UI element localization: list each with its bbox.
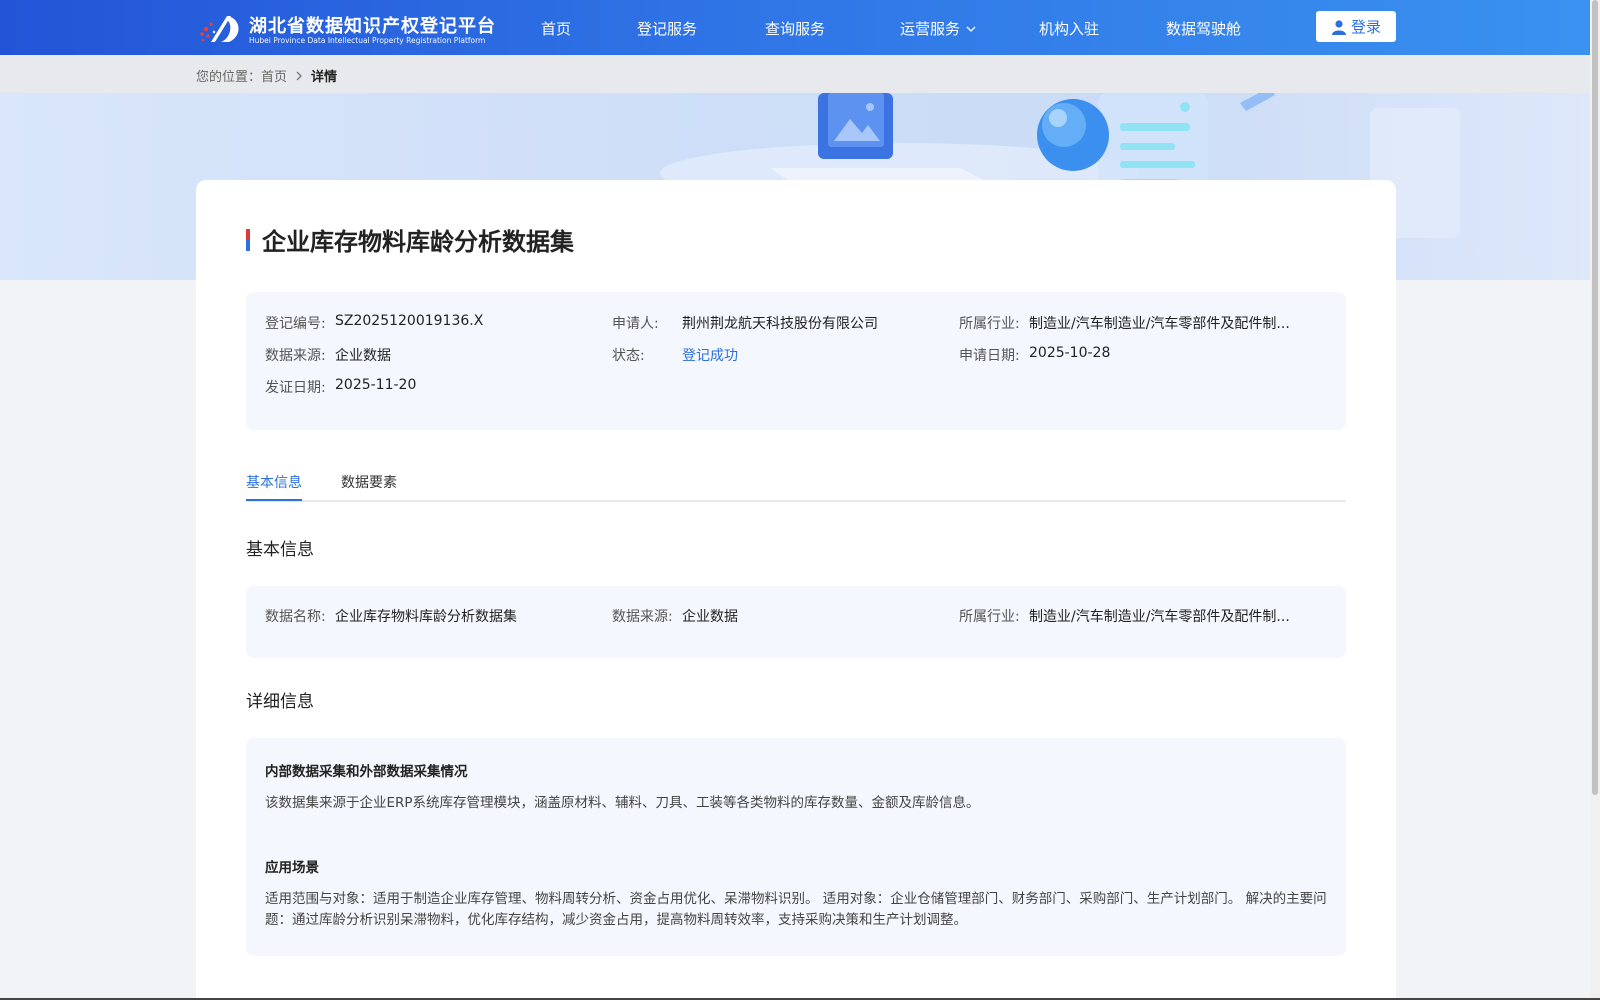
site-logo[interactable]: 湖北省数据知识产权登记平台 Hubei Province Data Intell…	[197, 10, 497, 48]
breadcrumb: 您的位置： 首页 详情	[196, 66, 337, 85]
issue-date-field: 发证日期: 2025-11-20	[265, 377, 416, 397]
vertical-scrollbar[interactable]	[1590, 0, 1600, 1000]
scenario-text: 适用范围与对象：适用于制造企业库存管理、物料周转分析、资金占用优化、呆滞物料识别…	[265, 891, 1327, 928]
applicant-field: 申请人: 荆州荆龙航天科技股份有限公司	[612, 313, 878, 333]
industry-label: 所属行业:	[959, 316, 1020, 332]
basic-industry-value: 制造业/汽车制造业/汽车零部件及配件制...	[1029, 609, 1290, 625]
nav-institution-entry[interactable]: 机构入驻	[1039, 18, 1099, 39]
nav-registration-service[interactable]: 登记服务	[637, 18, 697, 39]
issue-date-label: 发证日期:	[265, 380, 326, 396]
detail-info-heading: 详细信息	[246, 692, 314, 712]
data-name-label: 数据名称:	[265, 609, 326, 625]
top-header: 湖北省数据知识产权登记平台 Hubei Province Data Intell…	[0, 0, 1600, 55]
apply-date-field: 申请日期: 2025-10-28	[959, 345, 1110, 365]
status-field: 状态: 登记成功	[612, 345, 738, 365]
industry-field: 所属行业: 制造业/汽车制造业/汽车零部件及配件制...	[959, 313, 1290, 333]
login-button[interactable]: 登录	[1316, 11, 1396, 42]
reg-number-field: 登记编号: SZ2025120019136.X	[265, 313, 483, 333]
active-tab-indicator	[246, 499, 302, 501]
detail-card: 企业库存物料库龄分析数据集 登记编号: SZ2025120019136.X 申请…	[196, 180, 1396, 1000]
logo-title: 湖北省数据知识产权登记平台	[249, 16, 496, 37]
title-row: 企业库存物料库龄分析数据集	[246, 222, 574, 257]
user-icon	[1331, 19, 1346, 35]
applicant-label: 申请人:	[612, 316, 659, 332]
status-label: 状态:	[612, 348, 645, 364]
breadcrumb-prefix: 您的位置：	[196, 70, 262, 85]
data-source-value: 企业数据	[335, 348, 391, 364]
title-accent-mark	[246, 228, 250, 251]
chevron-right-icon	[296, 71, 302, 80]
nav-operation-service-label: 运营服务	[900, 20, 961, 38]
detail-tabs: 基本信息 数据要素	[246, 470, 1346, 502]
basic-source-value: 企业数据	[682, 609, 738, 625]
applicant-value: 荆州荆龙航天科技股份有限公司	[682, 316, 878, 332]
reg-number-label: 登记编号:	[265, 316, 326, 332]
breadcrumb-bar: 您的位置： 首页 详情	[0, 55, 1600, 93]
chevron-down-icon	[966, 26, 976, 32]
nav-data-cockpit[interactable]: 数据驾驶舱	[1166, 18, 1241, 39]
industry-value: 制造业/汽车制造业/汽车零部件及配件制...	[1029, 316, 1290, 332]
scenario-heading: 应用场景	[265, 860, 319, 876]
collection-heading: 内部数据采集和外部数据采集情况	[265, 764, 468, 780]
basic-source-label: 数据来源:	[612, 609, 673, 625]
summary-info-panel: 登记编号: SZ2025120019136.X 申请人: 荆州荆龙航天科技股份有…	[246, 292, 1346, 430]
page: 湖北省数据知识产权登记平台 Hubei Province Data Intell…	[0, 0, 1600, 1000]
logo-emblem-icon	[200, 16, 239, 42]
breadcrumb-home-link[interactable]: 首页	[261, 66, 287, 85]
breadcrumb-current: 详情	[311, 70, 338, 85]
basic-industry-field: 所属行业: 制造业/汽车制造业/汽车零部件及配件制...	[959, 606, 1290, 626]
data-name-field: 数据名称: 企业库存物料库龄分析数据集	[265, 606, 517, 626]
detail-info-panel: 内部数据采集和外部数据采集情况 该数据集来源于企业ERP系统库存管理模块，涵盖原…	[246, 738, 1346, 956]
nav-query-service[interactable]: 查询服务	[765, 18, 825, 39]
issue-date-value: 2025-11-20	[335, 377, 417, 393]
nav-home[interactable]: 首页	[541, 18, 571, 39]
apply-date-label: 申请日期:	[959, 348, 1020, 364]
apply-date-value: 2025-10-28	[1029, 345, 1111, 361]
data-name-value: 企业库存物料库龄分析数据集	[335, 609, 517, 625]
scrollbar-thumb[interactable]	[1592, 0, 1598, 795]
logo-subtitle: Hubei Province Data Intellectual Propert…	[249, 36, 486, 45]
data-source-field: 数据来源: 企业数据	[265, 345, 391, 365]
tab-data-elements[interactable]: 数据要素	[341, 472, 397, 492]
basic-info-heading: 基本信息	[246, 540, 314, 560]
basic-industry-label: 所属行业:	[959, 609, 1020, 625]
basic-info-panel: 数据名称: 企业库存物料库龄分析数据集 数据来源: 企业数据 所属行业: 制造业…	[246, 586, 1346, 658]
basic-source-field: 数据来源: 企业数据	[612, 606, 738, 626]
page-title: 企业库存物料库龄分析数据集	[262, 228, 574, 256]
nav-operation-service[interactable]: 运营服务	[900, 18, 976, 39]
status-badge: 登记成功	[682, 348, 738, 364]
data-source-label: 数据来源:	[265, 348, 326, 364]
login-label: 登录	[1350, 18, 1381, 36]
tab-basic-info[interactable]: 基本信息	[246, 472, 302, 492]
collection-text: 该数据集来源于企业ERP系统库存管理模块，涵盖原材料、辅料、刀具、工装等各类物料…	[265, 795, 980, 811]
reg-number-value: SZ2025120019136.X	[335, 313, 484, 329]
